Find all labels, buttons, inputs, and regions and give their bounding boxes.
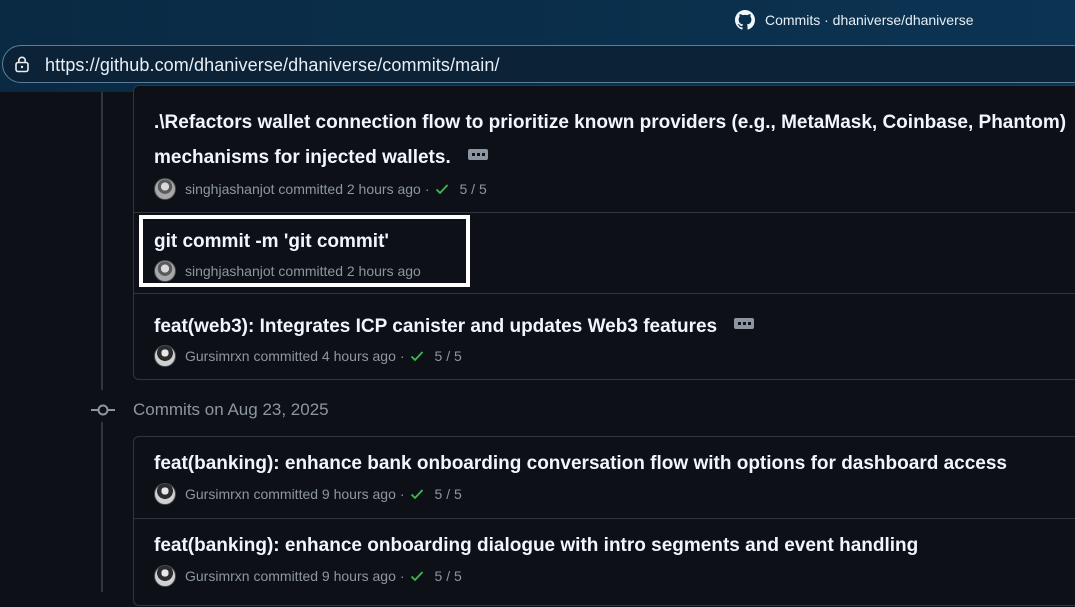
commit-author[interactable]: singhjashanjot	[185, 181, 275, 197]
timeline-line	[101, 422, 103, 592]
commit-row: feat(banking): enhance onboarding dialog…	[134, 518, 1075, 607]
commit-time: 9 hours ago	[321, 568, 396, 584]
address-bar[interactable]: https://github.com/dhaniverse/dhaniverse…	[2, 45, 1075, 83]
separator: ·	[399, 348, 405, 364]
separator: ·	[399, 568, 405, 584]
avatar[interactable]	[154, 483, 176, 505]
expand-description-button[interactable]	[734, 318, 755, 330]
commit-action: committed	[253, 568, 319, 584]
commit-time: 4 hours ago	[321, 348, 396, 364]
separator: ·	[424, 181, 430, 197]
commit-row: feat(banking): enhance bank onboarding c…	[134, 437, 1075, 518]
commit-title[interactable]: feat(banking): enhance onboarding dialog…	[154, 535, 918, 557]
commit-row: .\Refactors wallet connection flow to pr…	[134, 86, 1075, 212]
commit-title[interactable]: .\Refactors wallet connection flow to pr…	[154, 112, 1066, 134]
github-icon	[735, 10, 755, 30]
avatar[interactable]	[154, 565, 176, 587]
checks-status[interactable]: 5 / 5	[460, 181, 487, 197]
checks-status[interactable]: 5 / 5	[435, 568, 462, 584]
commit-row: feat(web3): Integrates ICP canister and …	[134, 293, 1075, 381]
separator: ·	[399, 486, 405, 502]
commit-author[interactable]: Gursimrxn	[185, 486, 250, 502]
check-icon[interactable]	[409, 568, 425, 584]
checks-status[interactable]: 5 / 5	[435, 348, 462, 364]
commit-list: feat(banking): enhance bank onboarding c…	[133, 436, 1075, 606]
commit-meta: singhjashanjot committed 2 hours ago · 5…	[154, 178, 487, 200]
avatar[interactable]	[154, 178, 176, 200]
commit-author[interactable]: Gursimrxn	[185, 348, 250, 364]
commit-group-header: Commits on Aug 23, 2025	[90, 397, 329, 423]
checks-status[interactable]: 5 / 5	[435, 486, 462, 502]
git-commit-icon	[91, 404, 115, 416]
url-text[interactable]: https://github.com/dhaniverse/dhaniverse…	[45, 55, 500, 76]
check-icon[interactable]	[409, 486, 425, 502]
tab-title: Commits · dhaniverse/dhaniverse	[765, 12, 974, 28]
commit-time: 9 hours ago	[321, 486, 396, 502]
commit-action: committed	[278, 181, 343, 197]
commit-action: committed	[253, 348, 319, 364]
commit-meta: Gursimrxn committed 4 hours ago · 5 / 5	[154, 345, 462, 367]
commit-title-continued[interactable]: mechanisms for injected wallets.	[154, 147, 488, 169]
commit-meta: Gursimrxn committed 9 hours ago · 5 / 5	[154, 565, 462, 587]
avatar[interactable]	[154, 345, 176, 367]
check-icon[interactable]	[434, 181, 450, 197]
commit-meta: Gursimrxn committed 9 hours ago · 5 / 5	[154, 483, 462, 505]
expand-description-button[interactable]	[468, 149, 488, 161]
browser-tab[interactable]: Commits · dhaniverse/dhaniverse	[735, 8, 974, 32]
check-icon[interactable]	[409, 348, 425, 364]
highlight-box	[139, 215, 470, 287]
commit-time: 2 hours ago	[346, 181, 421, 197]
timeline-line	[101, 92, 103, 390]
lock-icon[interactable]	[13, 55, 31, 73]
browser-chrome: Commits · dhaniverse/dhaniverse https://…	[0, 0, 1075, 92]
group-date: Commits on Aug 23, 2025	[133, 400, 329, 419]
commit-action: committed	[253, 486, 319, 502]
commit-author[interactable]: Gursimrxn	[185, 568, 250, 584]
commit-title[interactable]: feat(banking): enhance bank onboarding c…	[154, 453, 1007, 475]
commit-title[interactable]: feat(web3): Integrates ICP canister and …	[154, 316, 755, 338]
